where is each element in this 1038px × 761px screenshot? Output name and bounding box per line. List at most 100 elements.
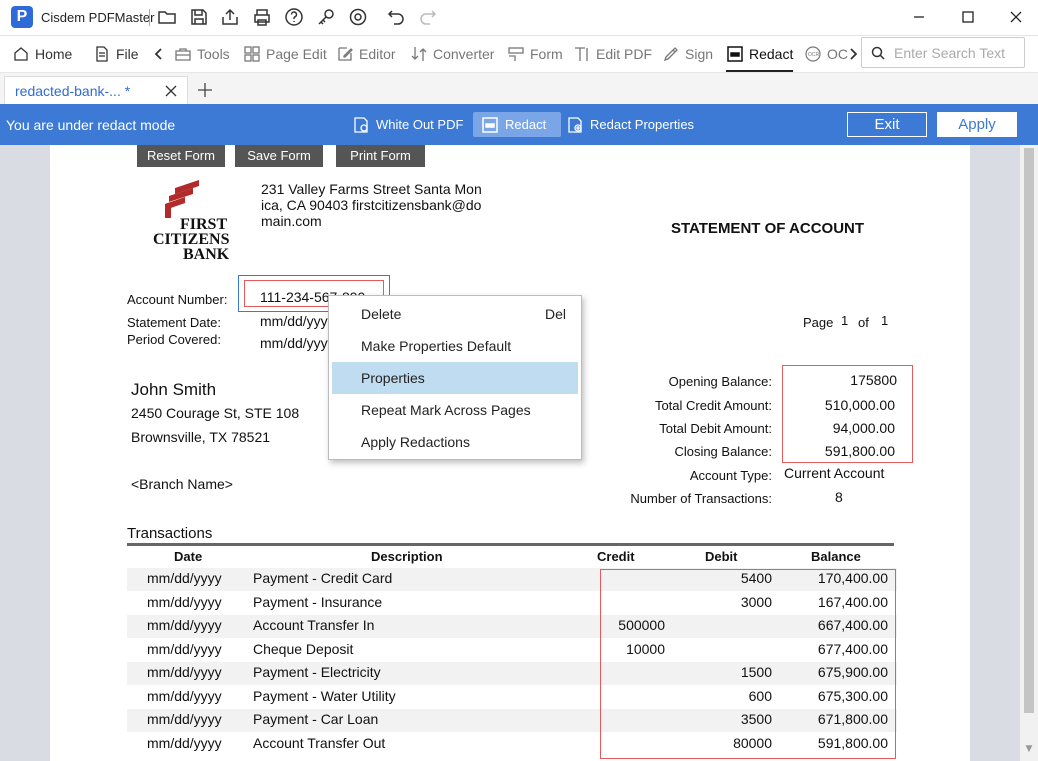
table-cell-desc: Account Transfer Out — [253, 734, 386, 751]
bank-logo-icon — [165, 180, 199, 218]
table-cell-date: mm/dd/yyyy — [147, 687, 222, 704]
table-cell-date: mm/dd/yyyy — [147, 734, 222, 751]
col-description: Description — [371, 549, 443, 564]
apply-button[interactable]: Apply — [937, 112, 1017, 137]
save-form-button[interactable]: Save Form — [235, 145, 323, 167]
title-separator — [149, 9, 150, 26]
search-input[interactable]: Enter Search Text — [861, 37, 1025, 68]
search-icon — [871, 46, 885, 60]
table-cell-date: mm/dd/yyyy — [147, 570, 222, 586]
scroll-left-icon[interactable] — [150, 43, 168, 65]
print-form-button[interactable]: Print Form — [336, 145, 425, 167]
share-icon[interactable] — [220, 7, 242, 29]
menu-file[interactable]: File — [93, 43, 139, 65]
account-type-value: Current Account — [784, 465, 885, 481]
add-tab-icon[interactable] — [196, 81, 214, 99]
num-transactions-value: 8 — [835, 489, 843, 505]
settings-icon[interactable] — [348, 7, 370, 29]
closing-balance-label: Closing Balance: — [674, 444, 772, 459]
pencil-icon — [338, 47, 353, 61]
redact-mode-bar: You are under redact mode White Out PDF … — [0, 104, 1038, 145]
white-out-pdf-button[interactable]: White Out PDF — [344, 112, 471, 137]
context-menu-apply-redactions[interactable]: Apply Redactions — [332, 426, 578, 458]
exit-button[interactable]: Exit — [847, 112, 927, 137]
scroll-down-icon[interactable]: ▼ — [1024, 744, 1034, 754]
table-cell-date: mm/dd/yyyy — [147, 664, 222, 680]
menu-redact[interactable]: Redact — [726, 43, 794, 72]
help-icon[interactable] — [284, 7, 306, 29]
scroll-right-icon[interactable] — [844, 43, 862, 65]
grid-icon — [244, 46, 260, 62]
table-cell-desc: Cheque Deposit — [253, 640, 354, 657]
menu-form[interactable]: Form — [507, 43, 563, 65]
redact-properties-button[interactable]: Redact Properties — [558, 112, 702, 137]
context-menu-delete[interactable]: Delete Del — [332, 298, 578, 330]
redact-tool-button[interactable]: Redact — [473, 112, 561, 137]
document-tab-bar: redacted-bank-... * — [0, 72, 1038, 105]
customer-address-line2: Brownsville, TX 78521 — [131, 429, 271, 445]
table-cell-desc: Payment - Water Utility — [253, 687, 396, 704]
page-number: 1 — [841, 313, 849, 328]
table-cell-desc: Payment - Car Loan — [253, 711, 379, 727]
tab-label: redacted-bank-... * — [15, 83, 131, 99]
menu-converter[interactable]: Converter — [410, 43, 494, 65]
minimize-icon[interactable] — [908, 6, 934, 30]
context-menu-make-properties-default[interactable]: Make Properties Default — [332, 330, 578, 362]
page-total: 1 — [881, 313, 889, 328]
bank-address: 231 Valley Farms Street Santa Mon ica, C… — [261, 181, 482, 229]
table-cell-desc: Payment - Insurance — [253, 593, 383, 610]
period-covered-value: mm/dd/yyyy — [260, 335, 335, 351]
text-cursor-icon — [575, 47, 588, 61]
period-covered-label: Period Covered: — [127, 332, 221, 347]
customer-address-line1: 2450 Courage St, STE 108 — [131, 405, 300, 421]
menu-ocr[interactable]: OCR OC — [804, 43, 848, 65]
col-date: Date — [174, 549, 203, 564]
open-folder-icon[interactable] — [157, 7, 179, 29]
context-menu: Delete Del Make Properties Default Prope… — [328, 295, 582, 460]
context-menu-repeat-mark[interactable]: Repeat Mark Across Pages — [332, 394, 578, 426]
properties-icon — [568, 116, 582, 133]
account-type-label: Account Type: — [689, 468, 772, 483]
key-icon[interactable] — [316, 7, 338, 29]
menu-sign[interactable]: Sign — [662, 43, 713, 65]
app-title: Cisdem PDFMaster — [41, 10, 155, 25]
convert-icon — [411, 47, 427, 61]
print-icon[interactable] — [252, 7, 274, 29]
undo-icon[interactable] — [386, 7, 408, 29]
menu-tools[interactable]: Tools — [174, 43, 230, 65]
app-logo-icon: P — [11, 6, 33, 28]
col-balance: Balance — [811, 549, 861, 564]
menu-editor[interactable]: Editor — [336, 43, 396, 65]
save-icon[interactable] — [189, 7, 211, 29]
tab-redacted-bank[interactable]: redacted-bank-... * — [4, 76, 188, 105]
redo-icon[interactable] — [418, 7, 440, 29]
redact-mode-text: You are under redact mode — [6, 117, 176, 133]
title-bar: P Cisdem PDFMaster — [0, 0, 1038, 36]
table-cell-desc: Payment - Electricity — [253, 664, 381, 680]
close-tab-icon[interactable] — [163, 83, 179, 99]
total-debit-label: Total Debit Amount: — [659, 421, 772, 436]
redaction-mark-summary[interactable] — [782, 365, 913, 463]
toolbox-icon — [175, 48, 191, 61]
file-icon — [96, 46, 108, 62]
customer-name: John Smith — [131, 380, 217, 399]
branch-name: <Branch Name> — [131, 476, 233, 492]
redaction-mark-transactions[interactable] — [600, 569, 896, 759]
maximize-icon[interactable] — [957, 6, 983, 30]
col-credit: Credit — [597, 549, 635, 564]
main-toolbar: Home File Tools Page Edit Editor Convert… — [0, 36, 1038, 72]
transactions-rule — [127, 543, 894, 546]
reset-form-button[interactable]: Reset Form — [137, 145, 225, 167]
form-icon — [508, 47, 524, 61]
statement-title: STATEMENT OF ACCOUNT — [671, 220, 865, 237]
context-menu-properties[interactable]: Properties — [332, 362, 578, 394]
account-number-label: Account Number: — [127, 292, 228, 307]
menu-page-edit[interactable]: Page Edit — [243, 43, 327, 65]
menu-home[interactable]: Home — [12, 43, 72, 65]
menu-edit-pdf[interactable]: Edit PDF — [573, 43, 652, 65]
white-out-icon — [354, 116, 368, 133]
close-window-icon[interactable] — [1005, 6, 1031, 30]
scrollbar-thumb[interactable] — [1024, 148, 1034, 713]
statement-date-value: mm/dd/yyyy — [260, 313, 335, 329]
col-debit: Debit — [705, 549, 738, 564]
